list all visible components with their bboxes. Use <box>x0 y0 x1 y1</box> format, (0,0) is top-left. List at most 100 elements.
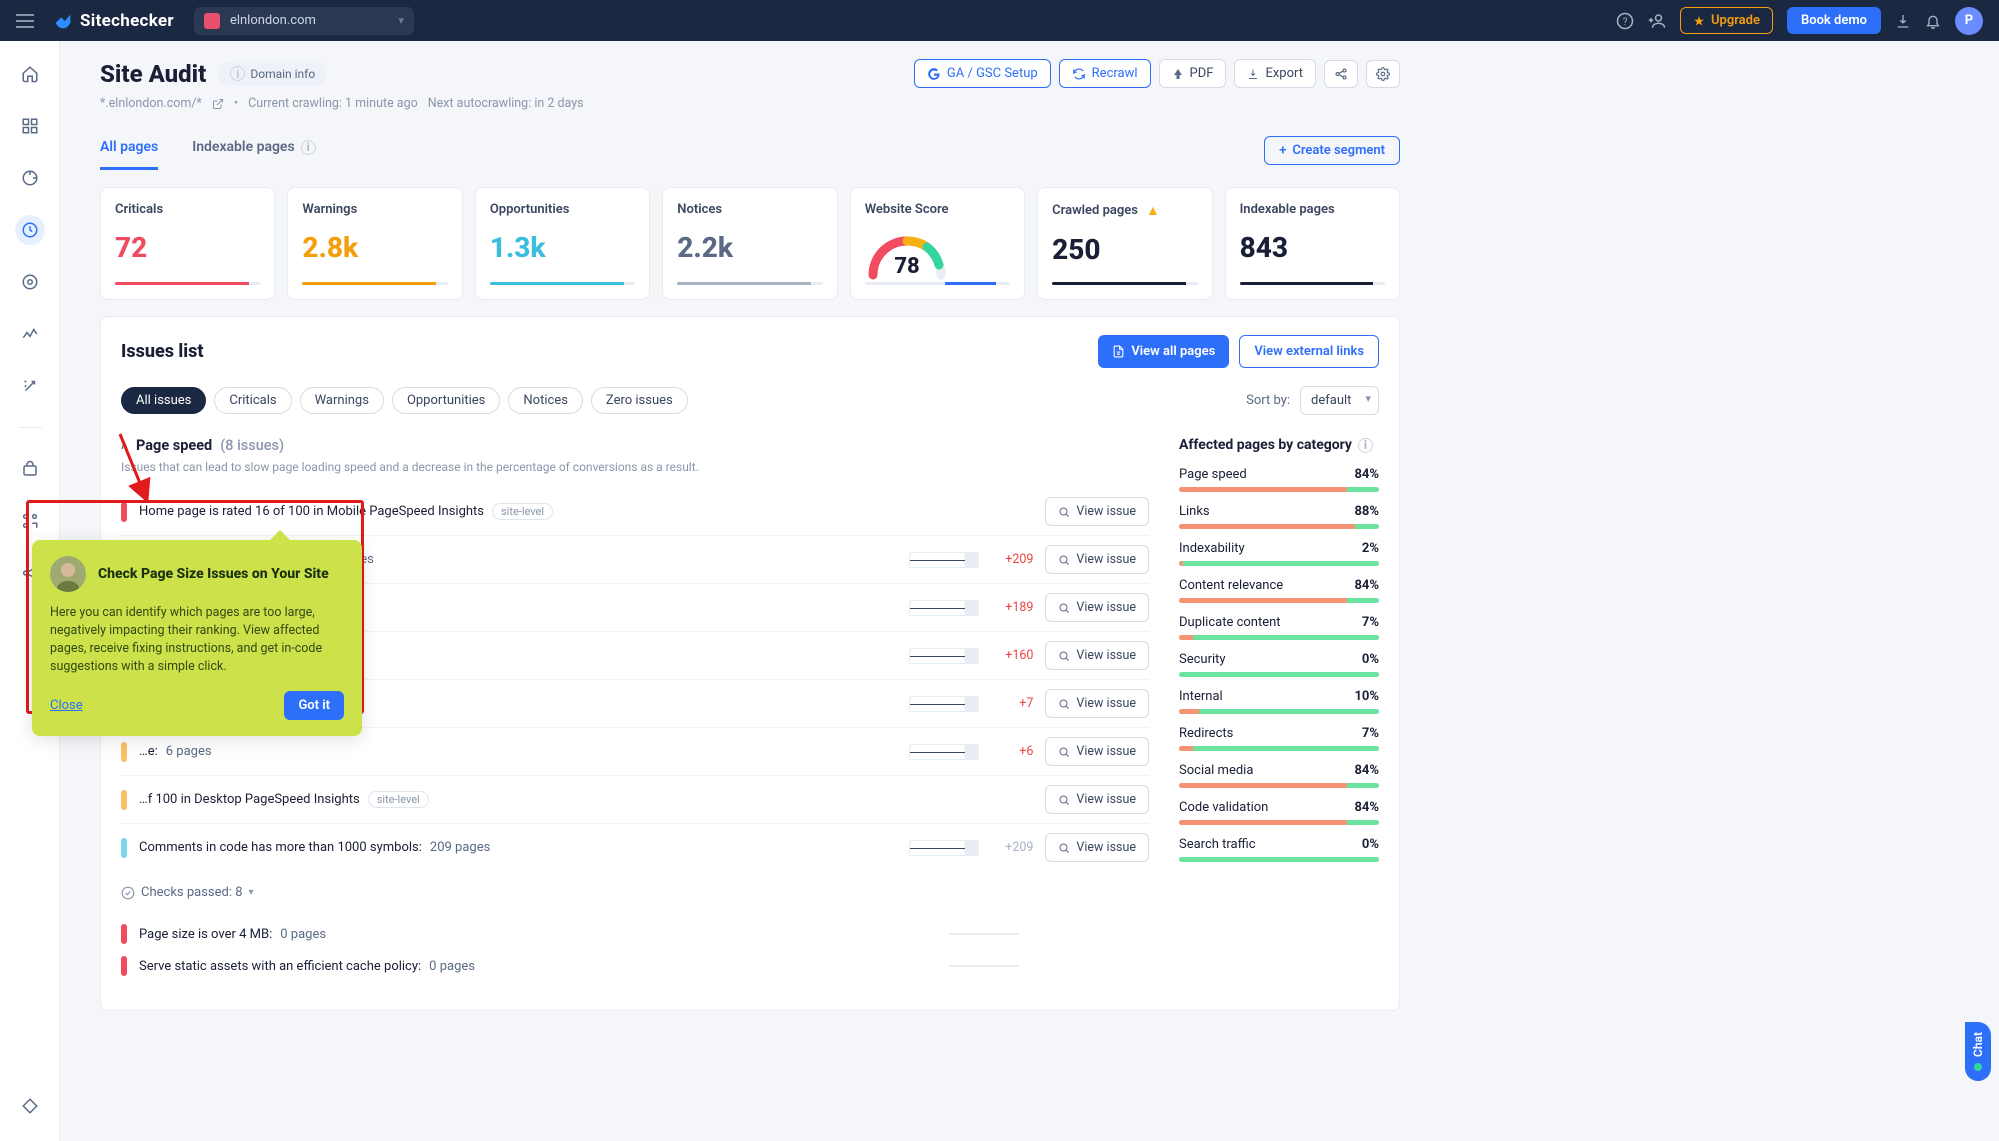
tab-all-pages[interactable]: All pages <box>100 131 158 170</box>
popover-gotit-button[interactable]: Got it <box>284 691 344 720</box>
view-external-links-button[interactable]: View external links <box>1239 335 1379 368</box>
help-icon[interactable]: ? <box>1616 12 1634 30</box>
settings-button[interactable] <box>1366 60 1400 88</box>
card-warnings[interactable]: Warnings 2.8k <box>287 187 462 300</box>
category-item[interactable]: Duplicate content7% <box>1179 615 1379 640</box>
add-user-icon[interactable] <box>1648 12 1666 30</box>
pdf-button[interactable]: PDF <box>1159 59 1227 88</box>
category-item[interactable]: Redirects7% <box>1179 726 1379 751</box>
view-issue-button[interactable]: View issue <box>1045 641 1149 670</box>
card-label: Notices <box>677 202 822 217</box>
group-description: Issues that can lead to slow page loadin… <box>121 460 1149 474</box>
sidebar-monitor-icon[interactable] <box>15 267 45 297</box>
external-link-icon[interactable] <box>212 98 224 110</box>
bell-icon[interactable] <box>1925 13 1941 29</box>
view-issue-button[interactable]: View issue <box>1045 689 1149 718</box>
category-name: Internal <box>1179 689 1223 704</box>
category-name: Security <box>1179 652 1226 667</box>
audit-domain: *.elnlondon.com/* <box>100 96 202 111</box>
filter-pill[interactable]: Opportunities <box>392 387 500 414</box>
sidebar-audit-icon[interactable] <box>15 215 45 245</box>
domain-info-label: Domain info <box>250 67 315 81</box>
card-indexable-pages[interactable]: Indexable pages 843 <box>1225 187 1400 300</box>
filter-pill[interactable]: All issues <box>121 387 206 414</box>
sort-by: Sort by: default <box>1246 386 1379 415</box>
card-opportunities[interactable]: Opportunities 1.3k <box>475 187 650 300</box>
card-notices[interactable]: Notices 2.2k <box>662 187 837 300</box>
download-icon[interactable] <box>1895 13 1911 29</box>
subheader: *.elnlondon.com/* Current crawling: 1 mi… <box>100 96 1400 111</box>
category-item[interactable]: Indexability2% <box>1179 541 1379 566</box>
book-demo-button[interactable]: Book demo <box>1787 7 1881 34</box>
view-issue-button[interactable]: View issue <box>1045 545 1149 574</box>
domain-selector[interactable]: elnlondon.com ▾ <box>194 7 414 35</box>
sidebar-apps-icon[interactable] <box>15 506 45 536</box>
category-item[interactable]: Page speed84% <box>1179 467 1379 492</box>
severity-badge <box>121 742 127 762</box>
chevron-up-icon: ˄ <box>121 439 128 453</box>
sparkline <box>949 965 1019 967</box>
logo[interactable]: Sitechecker <box>52 10 174 32</box>
selected-domain: elnlondon.com <box>230 13 316 28</box>
category-item[interactable]: Content relevance84% <box>1179 578 1379 603</box>
issue-group-title[interactable]: ˄ Page speed (8 issues) <box>121 437 1149 454</box>
card-criticals[interactable]: Criticals 72 <box>100 187 275 300</box>
view-issue-button[interactable]: View issue <box>1045 593 1149 622</box>
sidebar-magic-icon[interactable] <box>15 371 45 401</box>
category-name: Redirects <box>1179 726 1233 741</box>
category-item[interactable]: Links88% <box>1179 504 1379 529</box>
share-button[interactable] <box>1324 60 1358 88</box>
page-header: Site Audit i Domain info GA / GSC Setup … <box>100 59 1400 88</box>
category-item[interactable]: Code validation84% <box>1179 800 1379 825</box>
sidebar-home-icon[interactable] <box>15 59 45 89</box>
view-issue-button[interactable]: View issue <box>1045 833 1149 862</box>
category-item[interactable]: Social media84% <box>1179 763 1379 788</box>
create-segment-button[interactable]: + Create segment <box>1264 136 1400 165</box>
info-icon[interactable]: i <box>1358 438 1373 453</box>
issue-row: …f 100 in Desktop PageSpeed Insights sit… <box>121 776 1149 824</box>
info-icon[interactable]: i <box>301 140 316 155</box>
filter-pill[interactable]: Zero issues <box>591 387 688 414</box>
sort-select[interactable]: default <box>1300 386 1379 415</box>
popover-avatar <box>50 556 86 592</box>
card-crawled-pages[interactable]: Crawled pages ▲ 250 <box>1037 187 1212 300</box>
view-issue-button[interactable]: View issue <box>1045 497 1149 526</box>
filter-pill[interactable]: Notices <box>508 387 583 414</box>
site-level-badge: site-level <box>368 791 429 808</box>
card-value: 1.3k <box>490 231 635 264</box>
filter-pill[interactable]: Warnings <box>300 387 384 414</box>
checks-passed[interactable]: Checks passed: 8 ▾ <box>121 885 1149 900</box>
card-website-score[interactable]: Website Score 78 <box>850 187 1025 300</box>
tab-indexable-label: Indexable pages <box>192 139 294 155</box>
sidebar-diamond-icon[interactable] <box>15 1091 45 1121</box>
chevron-down-icon: ▾ <box>249 887 254 898</box>
tab-indexable-pages[interactable]: Indexable pages i <box>192 131 315 170</box>
ga-gsc-button[interactable]: GA / GSC Setup <box>914 59 1051 88</box>
view-issue-button[interactable]: View issue <box>1045 785 1149 814</box>
user-avatar[interactable]: P <box>1955 7 1983 35</box>
category-pct: 84% <box>1354 578 1379 593</box>
view-issue-button[interactable]: View issue <box>1045 737 1149 766</box>
sidebar-tools-icon[interactable] <box>15 454 45 484</box>
recrawl-button[interactable]: Recrawl <box>1059 59 1151 88</box>
category-bar <box>1179 820 1379 825</box>
filter-pill[interactable]: Criticals <box>214 387 291 414</box>
view-all-pages-button[interactable]: View all pages <box>1098 335 1229 368</box>
card-label: Criticals <box>115 202 260 217</box>
sidebar-tracker-icon[interactable] <box>15 163 45 193</box>
export-button[interactable]: Export <box>1234 59 1316 88</box>
sidebar-dashboard-icon[interactable] <box>15 111 45 141</box>
popover-close-button[interactable]: Close <box>50 698 83 713</box>
domain-info-button[interactable]: i Domain info <box>218 61 327 86</box>
hamburger-icon[interactable] <box>16 14 40 28</box>
card-label: Indexable pages <box>1240 202 1385 217</box>
category-pct: 0% <box>1362 837 1379 852</box>
category-bar <box>1179 672 1379 677</box>
stat-cards: Criticals 72 Warnings 2.8k Opportunities… <box>100 187 1400 300</box>
sidebar-rank-icon[interactable] <box>15 319 45 349</box>
category-item[interactable]: Internal10% <box>1179 689 1379 714</box>
category-item[interactable]: Security0% <box>1179 652 1379 677</box>
category-item[interactable]: Search traffic0% <box>1179 837 1379 862</box>
upgrade-button[interactable]: Upgrade <box>1680 7 1773 34</box>
chat-button[interactable]: Chat <box>1965 1022 1991 1081</box>
